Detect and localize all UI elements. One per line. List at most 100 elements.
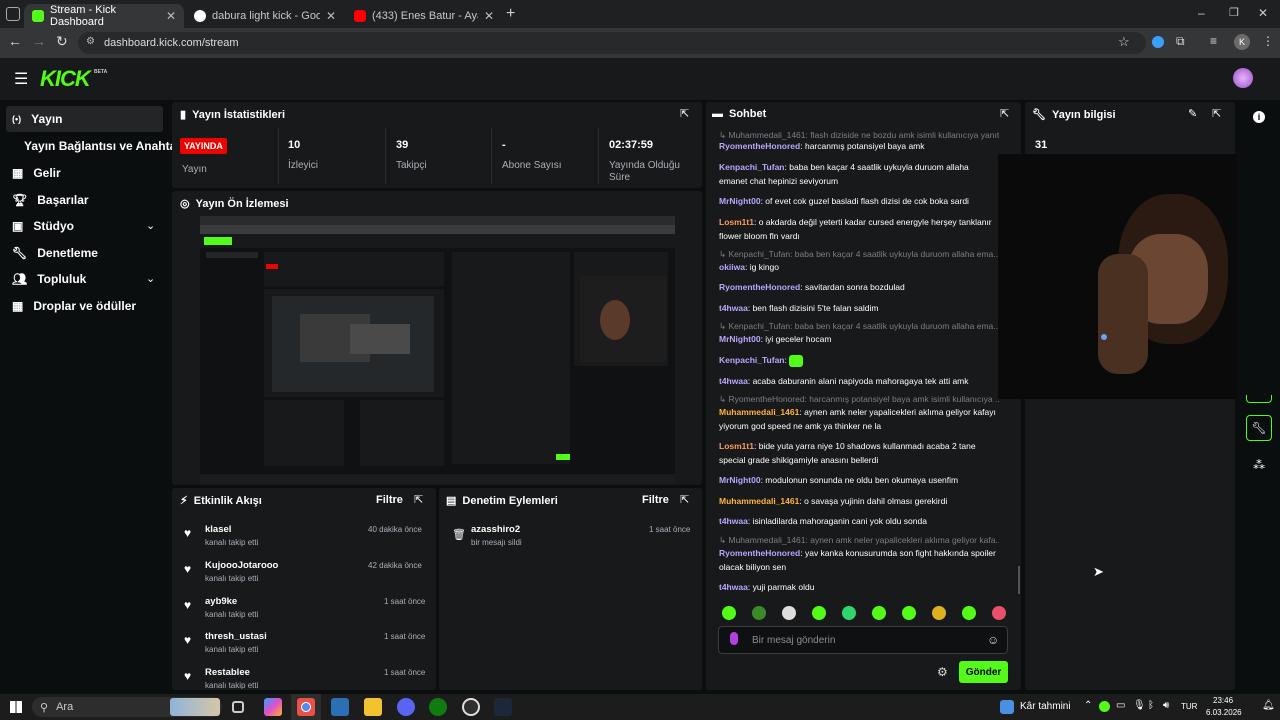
obs-icon[interactable] bbox=[462, 698, 480, 716]
terminal-icon[interactable] bbox=[331, 698, 349, 716]
chat-username[interactable]: Losm1t1 bbox=[719, 217, 754, 227]
chat-username[interactable]: t4hwaa bbox=[719, 516, 748, 526]
chat-username[interactable]: MrNight00 bbox=[719, 196, 761, 206]
kick-logo[interactable]: KICK bbox=[40, 66, 91, 92]
weather-icon[interactable] bbox=[1000, 700, 1014, 714]
microphone-tray-icon[interactable]: 🎙︎ bbox=[1133, 700, 1146, 711]
send-button[interactable]: Gönder bbox=[959, 661, 1008, 683]
popout-icon[interactable]: ⇱ bbox=[680, 107, 689, 120]
browser-tab-google[interactable]: dabura light kick - Google'da A ✕ bbox=[186, 4, 344, 28]
tab-close-icon[interactable]: ✕ bbox=[326, 9, 336, 23]
new-tab-icon[interactable]: + bbox=[506, 5, 515, 23]
moderator-name[interactable]: azasshiro2 bbox=[471, 524, 520, 535]
follower-name[interactable]: ayb9ke bbox=[205, 596, 237, 607]
windows-start-icon[interactable] bbox=[10, 701, 22, 713]
popout-icon[interactable]: ⇱ bbox=[1000, 107, 1009, 120]
address-bar[interactable]: ⚙ dashboard.kick.com/stream bbox=[78, 32, 1146, 54]
chat-username[interactable]: RyomentheHonored bbox=[719, 282, 800, 292]
extension-icon[interactable] bbox=[1152, 36, 1164, 48]
chat-username[interactable]: Muhammedali_1461 bbox=[719, 407, 799, 417]
user-avatar[interactable] bbox=[1233, 68, 1253, 88]
stream-preview-video[interactable] bbox=[200, 216, 675, 484]
sidebar-item-studyo[interactable]: ▣ Stüdyo bbox=[12, 219, 74, 233]
chat-username[interactable]: Muhammedali_1461 bbox=[719, 496, 799, 506]
moderation-filter-button[interactable]: Filtre bbox=[642, 494, 669, 506]
popout-icon[interactable]: ⇱ bbox=[1212, 107, 1221, 120]
chat-username[interactable]: t4hwaa bbox=[719, 582, 748, 592]
chevron-down-icon[interactable]: ⌄ bbox=[146, 272, 155, 285]
bluetooth-icon[interactable]: ᛒ bbox=[1148, 700, 1154, 711]
sidebar-item-yayin[interactable]: (•) Yayın bbox=[12, 112, 63, 126]
clock-time[interactable]: 23:46 bbox=[1213, 696, 1233, 705]
sidebar-item-denetleme[interactable]: 🔧︎ Denetleme bbox=[12, 246, 98, 260]
close-window-icon[interactable]: ✕ bbox=[1258, 6, 1268, 20]
chat-settings-icon[interactable]: ⚙ bbox=[937, 665, 948, 679]
emote-icon[interactable] bbox=[812, 606, 826, 620]
sidebar-item-stream-key[interactable]: Yayın Bağlantısı ve Anahtarı bbox=[24, 139, 184, 153]
chat-username[interactable]: RyomentheHonored bbox=[719, 141, 800, 151]
tab-search-icon[interactable] bbox=[6, 7, 20, 21]
chat-username[interactable]: RyomentheHonored bbox=[719, 548, 800, 558]
follower-name[interactable]: thresh_ustasi bbox=[205, 631, 267, 642]
emote-icon[interactable] bbox=[992, 606, 1006, 620]
popout-icon[interactable]: ⇱ bbox=[680, 493, 689, 506]
chat-scrollbar[interactable] bbox=[1018, 566, 1020, 594]
edit-pencil-icon[interactable]: ✎ bbox=[1188, 107, 1197, 120]
chat-username[interactable]: t4hwaa bbox=[719, 303, 748, 313]
microphone-icon[interactable] bbox=[730, 632, 738, 645]
chat-username[interactable]: Kenpachi_Tufan bbox=[719, 162, 785, 172]
xbox-icon[interactable] bbox=[429, 698, 447, 716]
activity-filter-button[interactable]: Filtre bbox=[376, 494, 403, 506]
reload-icon[interactable]: ↻ bbox=[56, 33, 68, 50]
hamburger-menu-icon[interactable]: ☰ bbox=[14, 69, 28, 89]
popout-icon[interactable]: ⇱ bbox=[414, 493, 423, 506]
weather-text[interactable]: Kâr tahmini bbox=[1020, 701, 1071, 712]
chevron-down-icon[interactable]: ⌄ bbox=[146, 219, 155, 232]
sidebar-item-droplar[interactable]: ▦ Droplar ve ödüller bbox=[12, 299, 136, 313]
clock-date[interactable]: 6.03.2026 bbox=[1206, 708, 1242, 717]
emote-icon[interactable] bbox=[722, 606, 736, 620]
browser-tab-kick[interactable]: Stream - Kick Dashboard ✕ bbox=[24, 4, 184, 28]
steam-icon[interactable] bbox=[494, 698, 512, 716]
tab-close-icon[interactable]: ✕ bbox=[166, 9, 176, 23]
sidebar-item-topluluk[interactable]: 👥︎ Topluluk bbox=[12, 272, 86, 286]
emote-icon[interactable] bbox=[872, 606, 886, 620]
sidebar-item-gelir[interactable]: ▦ Gelir bbox=[12, 166, 61, 180]
emoji-picker-icon[interactable]: ☺ bbox=[987, 633, 999, 647]
maximize-icon[interactable]: ❐ bbox=[1229, 6, 1239, 19]
chat-username[interactable]: Losm1t1 bbox=[719, 441, 754, 451]
info-icon[interactable]: i bbox=[1253, 111, 1265, 123]
bookmark-star-icon[interactable]: ☆ bbox=[1118, 34, 1130, 50]
minimize-icon[interactable]: – bbox=[1198, 6, 1205, 20]
chat-username[interactable]: Kenpachi_Tufan bbox=[719, 355, 785, 365]
chat-username[interactable]: MrNight00 bbox=[719, 334, 761, 344]
follower-name[interactable]: klasel bbox=[205, 524, 231, 535]
reading-list-icon[interactable]: ≡ bbox=[1210, 34, 1217, 48]
volume-icon[interactable]: 🔊︎ bbox=[1163, 700, 1169, 711]
community-icon[interactable]: ⁂ bbox=[1253, 458, 1265, 472]
emote-icon[interactable] bbox=[932, 606, 946, 620]
chat-username[interactable]: MrNight00 bbox=[719, 475, 761, 485]
follower-name[interactable]: KujoooJotarooo bbox=[205, 560, 278, 571]
mod-tools-button[interactable]: 🔧︎ bbox=[1246, 415, 1272, 441]
extensions-puzzle-icon[interactable]: ⧉ bbox=[1176, 34, 1185, 49]
tab-close-icon[interactable]: ✕ bbox=[484, 9, 494, 23]
tray-app-icon[interactable] bbox=[1099, 701, 1110, 712]
browser-menu-icon[interactable]: ⋮ bbox=[1262, 34, 1274, 48]
emote-icon[interactable] bbox=[752, 606, 766, 620]
task-view-icon[interactable] bbox=[232, 701, 244, 713]
chat-username[interactable]: okiiwa bbox=[719, 262, 745, 272]
profile-avatar[interactable]: K bbox=[1234, 34, 1250, 50]
emote-icon[interactable] bbox=[842, 606, 856, 620]
follower-name[interactable]: Restablee bbox=[205, 667, 250, 678]
tray-chevron-icon[interactable]: ⌃ bbox=[1084, 700, 1092, 711]
emote-icon[interactable] bbox=[782, 606, 796, 620]
forward-icon[interactable]: → bbox=[32, 33, 46, 49]
site-info-icon[interactable]: ⚙ bbox=[86, 36, 95, 47]
chat-username[interactable]: t4hwaa bbox=[719, 376, 748, 386]
notification-icon[interactable]: 🔔︎ bbox=[1262, 700, 1275, 711]
back-icon[interactable]: ← bbox=[8, 33, 22, 49]
file-explorer-icon[interactable] bbox=[364, 698, 382, 716]
copilot-icon[interactable] bbox=[264, 698, 282, 716]
emote-icon[interactable] bbox=[962, 606, 976, 620]
